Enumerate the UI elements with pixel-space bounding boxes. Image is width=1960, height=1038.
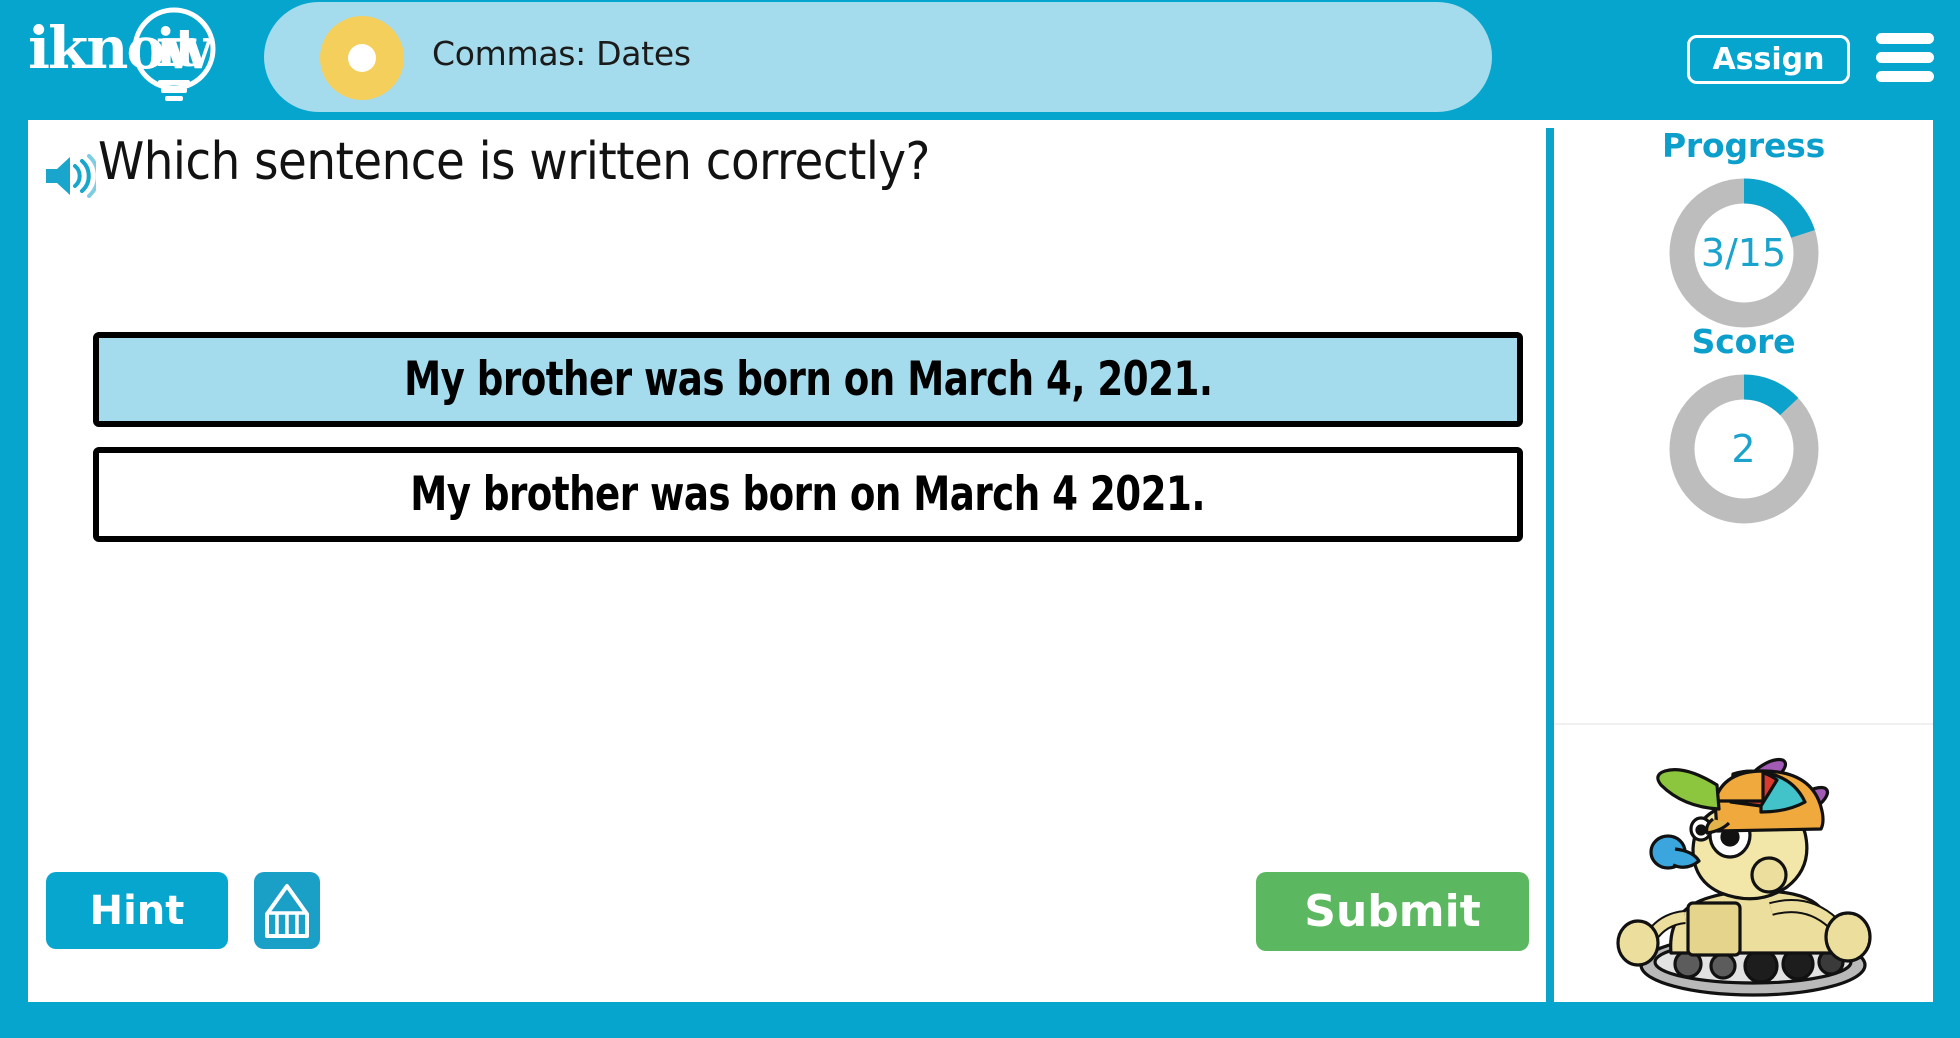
score-stat: Score 2 <box>1554 322 1933 529</box>
score-label: Score <box>1691 322 1796 361</box>
answer-choice-label: My brother was born on March 4 2021. <box>410 467 1206 522</box>
score-value: 2 <box>1731 427 1756 471</box>
progress-stat: Progress 3/15 <box>1554 126 1933 333</box>
question-prompt: Which sentence is written correctly? <box>98 132 930 192</box>
answer-choice-1[interactable]: My brother was born on March 4 2021. <box>93 447 1523 542</box>
submit-button[interactable]: Submit <box>1256 872 1529 951</box>
progress-label: Progress <box>1661 126 1826 165</box>
pencil-scratchpad-icon[interactable] <box>254 872 320 949</box>
lesson-card: Which sentence is written correctly? My … <box>28 120 1933 1002</box>
progress-ring: 3/15 <box>1664 173 1824 333</box>
robot-mascot-avatar[interactable] <box>1593 757 1923 997</box>
app-header: iknow it Commas: Dates Assign <box>0 0 1960 118</box>
lesson-status-dot-center <box>348 44 376 72</box>
answer-choices-list: My brother was born on March 4, 2021. My… <box>93 332 1523 562</box>
lesson-title: Commas: Dates <box>432 34 691 73</box>
iknowit-logo[interactable]: iknow it <box>22 6 244 102</box>
sidebar-section-divider <box>1554 723 1933 725</box>
hint-button[interactable]: Hint <box>46 872 228 949</box>
question-area: Which sentence is written correctly? My … <box>28 120 1546 1002</box>
app-root: iknow it Commas: Dates Assign Which sent… <box>0 0 1960 1038</box>
lesson-status-dot-icon <box>320 16 404 100</box>
answer-choice-label: My brother was born on March 4, 2021. <box>403 352 1213 407</box>
assign-button[interactable]: Assign <box>1687 35 1850 84</box>
svg-text:it: it <box>156 18 199 79</box>
answer-choice-0[interactable]: My brother was born on March 4, 2021. <box>93 332 1523 427</box>
speaker-audio-icon[interactable] <box>44 154 100 198</box>
progress-value: 3/15 <box>1700 231 1787 275</box>
panel-divider <box>1546 128 1554 1002</box>
score-ring: 2 <box>1664 369 1824 529</box>
lesson-title-pill: Commas: Dates <box>264 2 1492 112</box>
hamburger-menu-icon[interactable] <box>1876 33 1934 83</box>
